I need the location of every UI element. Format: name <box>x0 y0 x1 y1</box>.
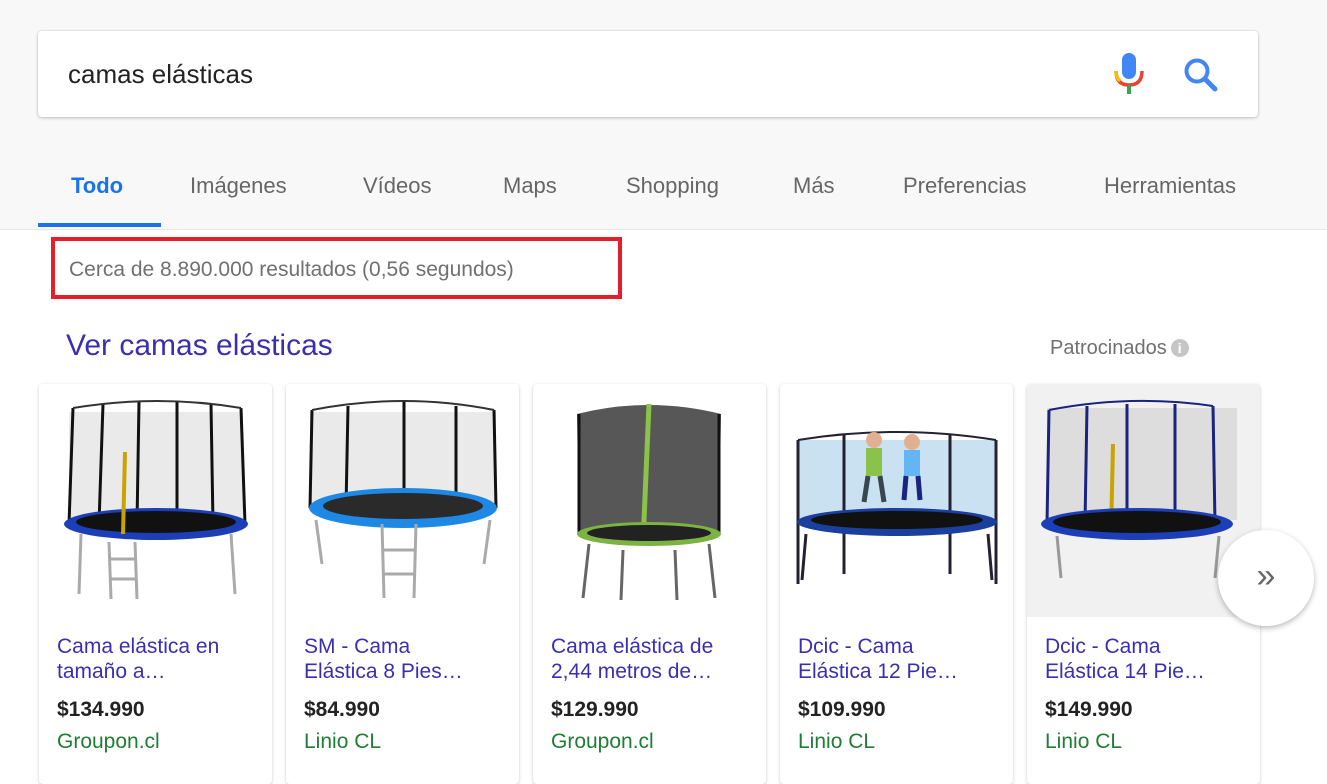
product-title-line: Elástica 14 Pie… <box>1045 660 1205 683</box>
product-title[interactable]: Cama elástica en tamaño a… <box>57 634 262 684</box>
product-title-line: Elástica 8 Pies… <box>304 660 463 683</box>
tab-videos[interactable]: Vídeos <box>363 150 432 226</box>
product-image[interactable] <box>780 384 1013 617</box>
product-card[interactable]: SM - Cama Elástica 8 Pies… $84.990 Linio… <box>286 384 519 784</box>
info-icon[interactable]: i <box>1170 339 1189 357</box>
results-stats: Cerca de 8.890.000 resultados (0,56 segu… <box>69 258 514 281</box>
product-title[interactable]: SM - Cama Elástica 8 Pies… <box>304 634 509 684</box>
tab-preferencias[interactable]: Preferencias <box>903 150 1027 226</box>
tab-imagenes[interactable]: Imágenes <box>190 150 287 226</box>
tab-mas[interactable]: Más <box>793 150 835 226</box>
product-price: $109.990 <box>798 698 886 721</box>
search-icon[interactable] <box>1181 53 1221 97</box>
product-card[interactable]: Dcic - Cama Elástica 12 Pie… $109.990 Li… <box>780 384 1013 784</box>
product-title[interactable]: Dcic - Cama Elástica 14 Pie… <box>1045 634 1250 684</box>
search-box <box>38 31 1258 117</box>
header-divider <box>0 229 1327 230</box>
product-title-line: Dcic - Cama <box>1045 635 1161 658</box>
tab-shopping[interactable]: Shopping <box>626 150 719 226</box>
microphone-icon[interactable] <box>1111 51 1147 97</box>
product-price: $149.990 <box>1045 698 1133 721</box>
carousel-next-button[interactable]: » <box>1218 530 1314 626</box>
search-input[interactable] <box>68 53 1078 95</box>
shopping-section-title[interactable]: Ver camas elásticas <box>66 329 333 363</box>
chevron-double-right-icon: » <box>1256 557 1276 595</box>
product-price: $84.990 <box>304 698 380 721</box>
product-title-line: 2,44 metros de… <box>551 660 713 683</box>
product-title-line: Cama elástica de <box>551 635 714 658</box>
product-title-line: Elástica 12 Pie… <box>798 660 958 683</box>
product-merchant: Linio CL <box>1045 730 1123 753</box>
product-card[interactable]: Cama elástica en tamaño a… $134.990 Grou… <box>39 384 272 784</box>
tab-herramientas[interactable]: Herramientas <box>1104 150 1236 226</box>
active-tab-indicator <box>38 223 161 227</box>
product-price: $134.990 <box>57 698 145 721</box>
product-image[interactable] <box>286 384 519 617</box>
sponsored-label: Patrocinados i <box>1050 337 1189 360</box>
product-merchant: Linio CL <box>798 730 876 753</box>
tab-todo[interactable]: Todo <box>71 150 123 226</box>
product-merchant: Linio CL <box>304 730 382 753</box>
product-title-line: Dcic - Cama <box>798 635 914 658</box>
product-image[interactable] <box>533 384 766 617</box>
product-merchant: Groupon.cl <box>57 730 160 753</box>
sponsored-text: Patrocinados <box>1050 337 1167 359</box>
product-title-line: SM - Cama <box>304 635 411 658</box>
product-title[interactable]: Dcic - Cama Elástica 12 Pie… <box>798 634 1003 684</box>
product-title-line: Cama elástica en <box>57 635 220 658</box>
product-title-line: tamaño a… <box>57 660 166 683</box>
product-title[interactable]: Cama elástica de 2,44 metros de… <box>551 634 756 684</box>
tab-maps[interactable]: Maps <box>503 150 557 226</box>
product-merchant: Groupon.cl <box>551 730 654 753</box>
product-price: $129.990 <box>551 698 639 721</box>
product-card[interactable]: Cama elástica de 2,44 metros de… $129.99… <box>533 384 766 784</box>
product-image[interactable] <box>39 384 272 617</box>
